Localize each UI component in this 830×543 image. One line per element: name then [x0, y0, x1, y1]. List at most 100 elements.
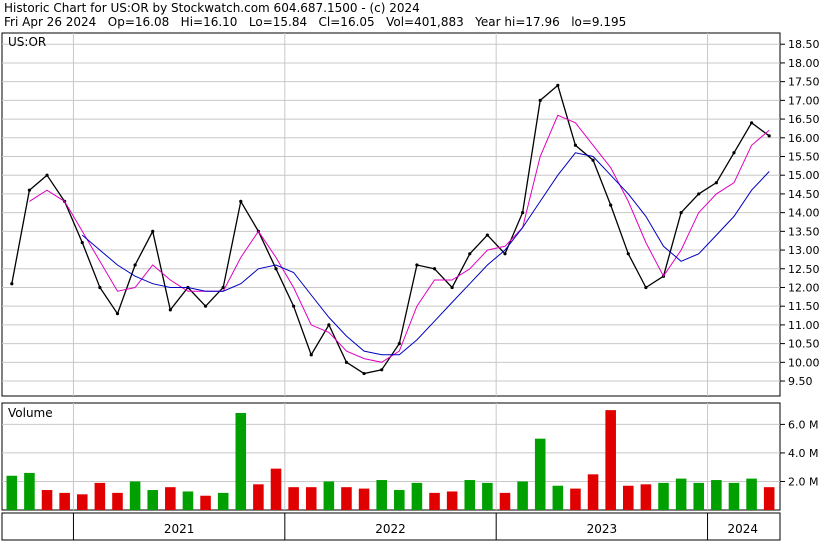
price-point [309, 353, 313, 357]
price-point [679, 211, 683, 215]
price-axis: 9.50 10.00 10.50 11.00 11.50 12.00 12.50 13.00 1… [780, 38, 820, 388]
price-tick-label: 16.00 [788, 132, 820, 145]
volume-bar [341, 487, 352, 510]
price-point [697, 192, 701, 196]
x-axis: 2021 2022 2023 2024 [1, 512, 781, 541]
price-tick-label: 11.00 [788, 319, 820, 332]
price-point [10, 282, 14, 286]
price-tick-label: 10.00 [788, 356, 820, 369]
price-point [556, 83, 560, 87]
volume-bar [253, 484, 264, 510]
volume-bar [411, 482, 423, 510]
volume-tick-label: 4.0 M [788, 447, 818, 460]
price-point [468, 252, 472, 256]
price-point [573, 143, 578, 147]
price-point [292, 304, 296, 308]
volume-bar [112, 492, 123, 510]
year-label: 2024 [727, 522, 758, 536]
volume-bar [24, 472, 35, 510]
price-tick-label: 18.00 [788, 57, 820, 70]
volume-bar [464, 480, 476, 510]
price-point [115, 312, 120, 316]
volume-bar [182, 491, 194, 510]
volume-bar [517, 481, 528, 510]
price-point [133, 263, 137, 267]
price-tick-label: 14.00 [788, 207, 820, 220]
volume-tick-label: 2.0 M [788, 475, 818, 488]
volume-bar [693, 482, 705, 510]
price-point [415, 263, 419, 267]
price-tick-label: 10.50 [788, 338, 820, 351]
price-point [362, 371, 366, 376]
price-point [591, 158, 595, 162]
volume-bar [763, 487, 775, 510]
price-tick-label: 13.00 [788, 244, 820, 257]
price-point [485, 233, 489, 237]
price-point [609, 203, 613, 207]
volume-bar [76, 494, 88, 510]
price-plot-frame [1, 32, 781, 397]
price-point [714, 181, 718, 185]
year-label: 2022 [375, 522, 406, 536]
price-point [749, 121, 754, 125]
price-tick-label: 18.50 [788, 38, 820, 51]
volume-bar [6, 475, 18, 510]
symbol-label: US:OR [8, 35, 46, 49]
price-tick-label: 17.50 [788, 76, 820, 89]
volume-bar [358, 488, 370, 510]
volume-bar [200, 495, 211, 510]
volume-bar [711, 480, 722, 510]
price-tick-label: 11.50 [788, 300, 820, 313]
price-point [168, 308, 172, 312]
price-point [203, 304, 208, 308]
volume-bar [288, 487, 299, 510]
price-point [503, 252, 507, 256]
volume-bar [41, 490, 53, 510]
price-point [397, 342, 401, 346]
price-point [380, 368, 384, 372]
volume-bar [376, 480, 387, 510]
stock-chart: 9.50 10.00 10.50 11.00 11.50 12.00 12.50 13.00 1… [1, 32, 820, 541]
price-point [239, 199, 243, 204]
volume-bar [147, 490, 158, 510]
price-tick-label: 9.50 [788, 375, 813, 388]
price-point [80, 240, 84, 245]
volume-bar [305, 487, 317, 510]
volume-bar [165, 487, 176, 510]
year-label: 2021 [164, 522, 195, 536]
price-point [344, 360, 349, 364]
volume-bar [235, 412, 247, 510]
price-tick-label: 14.50 [788, 188, 820, 201]
volume-bar [129, 481, 141, 510]
price-tick-label: 15.50 [788, 150, 820, 163]
price-point [521, 211, 525, 215]
volume-bar [499, 492, 511, 510]
price-point [327, 323, 331, 327]
volume-label: Volume [8, 406, 53, 420]
price-tick-label: 12.50 [788, 263, 820, 276]
volume-bar [534, 438, 546, 510]
volume-bar [482, 482, 493, 510]
volume-bar [552, 485, 564, 510]
price-tick-label: 12.00 [788, 281, 820, 294]
price-point [27, 188, 32, 192]
volume-bar [394, 490, 405, 510]
price-tick-label: 13.50 [788, 225, 820, 238]
price-point [732, 151, 736, 155]
price-point [151, 229, 155, 233]
price-point [767, 134, 771, 138]
volume-bar [605, 410, 616, 510]
year-label: 2023 [587, 522, 618, 536]
volume-bar [640, 484, 652, 510]
volume-bar [94, 482, 106, 510]
volume-bar [570, 488, 581, 510]
price-point [450, 285, 454, 290]
price-point [626, 252, 630, 256]
price-point [538, 98, 542, 102]
volume-bar [746, 478, 757, 510]
volume-bar [429, 492, 440, 510]
volume-tick-label: 6.0 M [788, 418, 818, 431]
volume-panel: 2.0 M 4.0 M 6.0 M Volume [1, 402, 818, 511]
price-tick-label: 16.50 [788, 113, 820, 126]
price-tick-label: 15.00 [788, 169, 820, 182]
